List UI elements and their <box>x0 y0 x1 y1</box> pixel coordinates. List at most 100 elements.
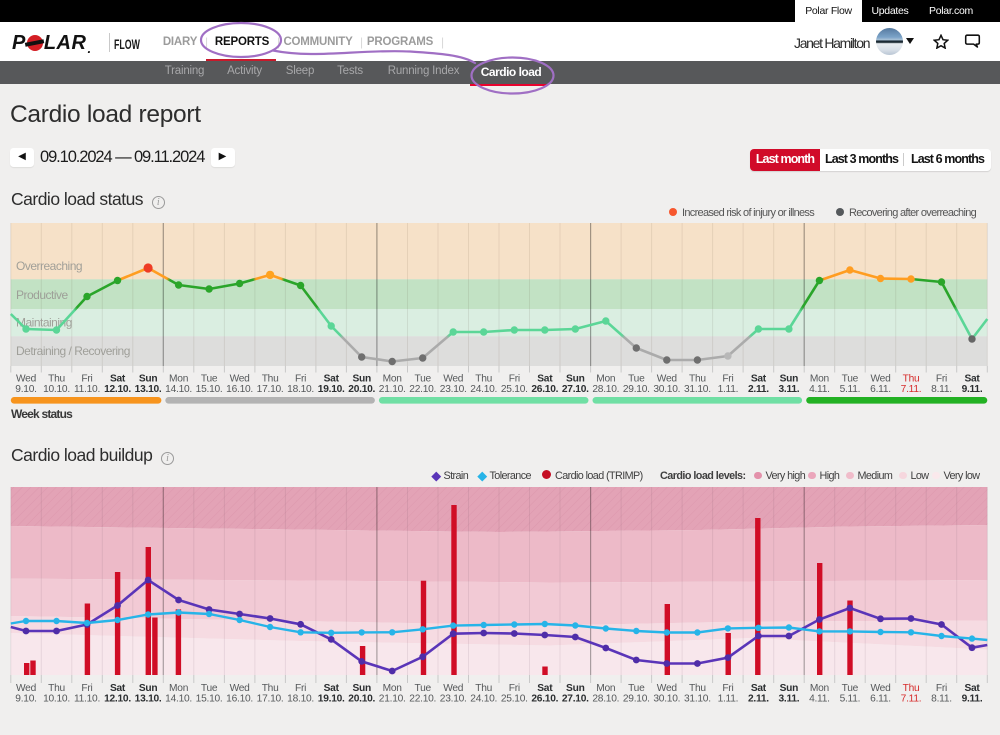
svg-text:16.10.: 16.10. <box>226 384 253 395</box>
svg-text:28.10.: 28.10. <box>592 694 619 705</box>
svg-text:Fri: Fri <box>936 374 947 385</box>
svg-text:Wed: Wed <box>443 374 464 385</box>
svg-text:Mon: Mon <box>169 683 188 694</box>
svg-text:Thu: Thu <box>689 683 706 694</box>
svg-text:24.10.: 24.10. <box>470 694 497 705</box>
svg-text:31.10.: 31.10. <box>684 384 711 395</box>
svg-text:Sat: Sat <box>324 374 340 385</box>
svg-text:15.10.: 15.10. <box>196 694 223 705</box>
svg-text:Thu: Thu <box>48 683 65 694</box>
svg-text:Fri: Fri <box>509 683 520 694</box>
svg-text:Sat: Sat <box>964 683 980 694</box>
svg-text:Wed: Wed <box>870 683 891 694</box>
svg-text:Thu: Thu <box>475 683 492 694</box>
svg-text:Mon: Mon <box>383 374 402 385</box>
svg-text:Mon: Mon <box>596 374 615 385</box>
svg-text:Sun: Sun <box>780 683 799 694</box>
svg-text:Sun: Sun <box>139 374 158 385</box>
svg-text:4.11.: 4.11. <box>809 694 830 705</box>
svg-text:Wed: Wed <box>16 683 37 694</box>
svg-text:10.10.: 10.10. <box>43 694 70 705</box>
svg-text:7.11.: 7.11. <box>901 384 922 395</box>
svg-text:17.10.: 17.10. <box>257 384 284 395</box>
svg-text:Sat: Sat <box>537 683 553 694</box>
svg-text:6.11.: 6.11. <box>870 384 891 395</box>
svg-text:Fri: Fri <box>936 683 947 694</box>
svg-text:8.11.: 8.11. <box>931 384 952 395</box>
svg-text:13.10.: 13.10. <box>135 694 162 705</box>
svg-text:16.10.: 16.10. <box>226 694 253 705</box>
svg-text:2.11.: 2.11. <box>748 384 769 395</box>
svg-text:Sun: Sun <box>780 374 799 385</box>
svg-text:21.10.: 21.10. <box>379 694 406 705</box>
svg-text:24.10.: 24.10. <box>470 384 497 395</box>
svg-text:Thu: Thu <box>475 374 492 385</box>
svg-text:Wed: Wed <box>657 374 678 385</box>
svg-text:5.11.: 5.11. <box>840 694 861 705</box>
svg-text:Mon: Mon <box>383 683 402 694</box>
svg-text:Tue: Tue <box>201 683 218 694</box>
svg-text:6.11.: 6.11. <box>870 694 891 705</box>
svg-text:1.11.: 1.11. <box>718 384 739 395</box>
svg-text:Wed: Wed <box>230 683 251 694</box>
svg-text:17.10.: 17.10. <box>257 694 284 705</box>
svg-text:Tue: Tue <box>201 374 218 385</box>
svg-text:21.10.: 21.10. <box>379 384 406 395</box>
svg-text:Sun: Sun <box>566 683 585 694</box>
svg-text:9.11.: 9.11. <box>962 384 983 395</box>
svg-text:Fri: Fri <box>295 374 306 385</box>
svg-text:28.10.: 28.10. <box>592 384 619 395</box>
svg-text:Thu: Thu <box>689 374 706 385</box>
svg-text:Tue: Tue <box>414 683 431 694</box>
svg-text:Wed: Wed <box>870 374 891 385</box>
svg-text:13.10.: 13.10. <box>135 384 162 395</box>
svg-text:Sat: Sat <box>751 683 767 694</box>
svg-text:31.10.: 31.10. <box>684 694 711 705</box>
svg-text:3.11.: 3.11. <box>778 384 799 395</box>
svg-text:Wed: Wed <box>230 374 251 385</box>
svg-text:Fri: Fri <box>295 683 306 694</box>
svg-text:Sat: Sat <box>110 683 126 694</box>
svg-text:Wed: Wed <box>443 683 464 694</box>
svg-text:Tue: Tue <box>414 374 431 385</box>
svg-text:15.10.: 15.10. <box>196 384 223 395</box>
svg-text:27.10.: 27.10. <box>562 694 589 705</box>
svg-text:Fri: Fri <box>81 683 92 694</box>
svg-text:Tue: Tue <box>842 374 859 385</box>
svg-text:Mon: Mon <box>596 683 615 694</box>
svg-text:19.10.: 19.10. <box>318 384 345 395</box>
svg-text:7.11.: 7.11. <box>901 694 922 705</box>
svg-text:26.10.: 26.10. <box>531 694 558 705</box>
svg-text:Sat: Sat <box>324 683 340 694</box>
svg-text:1.11.: 1.11. <box>718 694 739 705</box>
svg-text:12.10.: 12.10. <box>104 694 131 705</box>
svg-text:Tue: Tue <box>628 374 645 385</box>
svg-text:3.11.: 3.11. <box>778 694 799 705</box>
svg-text:5.11.: 5.11. <box>840 384 861 395</box>
svg-text:Tue: Tue <box>842 683 859 694</box>
svg-text:4.11.: 4.11. <box>809 384 830 395</box>
svg-text:30.10.: 30.10. <box>653 384 680 395</box>
svg-text:27.10.: 27.10. <box>562 384 589 395</box>
svg-text:Thu: Thu <box>903 683 920 694</box>
svg-text:12.10.: 12.10. <box>104 384 131 395</box>
svg-text:Wed: Wed <box>657 683 678 694</box>
svg-text:23.10.: 23.10. <box>440 694 467 705</box>
svg-text:26.10.: 26.10. <box>531 384 558 395</box>
svg-text:9.10.: 9.10. <box>15 694 36 705</box>
svg-text:18.10.: 18.10. <box>287 694 314 705</box>
svg-text:9.11.: 9.11. <box>962 694 983 705</box>
svg-text:Sun: Sun <box>139 683 158 694</box>
svg-text:14.10.: 14.10. <box>165 694 192 705</box>
svg-text:Thu: Thu <box>48 374 65 385</box>
svg-text:25.10.: 25.10. <box>501 384 528 395</box>
svg-text:19.10.: 19.10. <box>318 694 345 705</box>
svg-text:Sun: Sun <box>352 683 371 694</box>
svg-text:18.10.: 18.10. <box>287 384 314 395</box>
svg-text:29.10.: 29.10. <box>623 384 650 395</box>
svg-text:30.10.: 30.10. <box>653 694 680 705</box>
svg-text:Sat: Sat <box>751 374 767 385</box>
svg-text:11.10.: 11.10. <box>74 694 100 705</box>
svg-text:Fri: Fri <box>81 374 92 385</box>
svg-text:Sat: Sat <box>110 374 126 385</box>
